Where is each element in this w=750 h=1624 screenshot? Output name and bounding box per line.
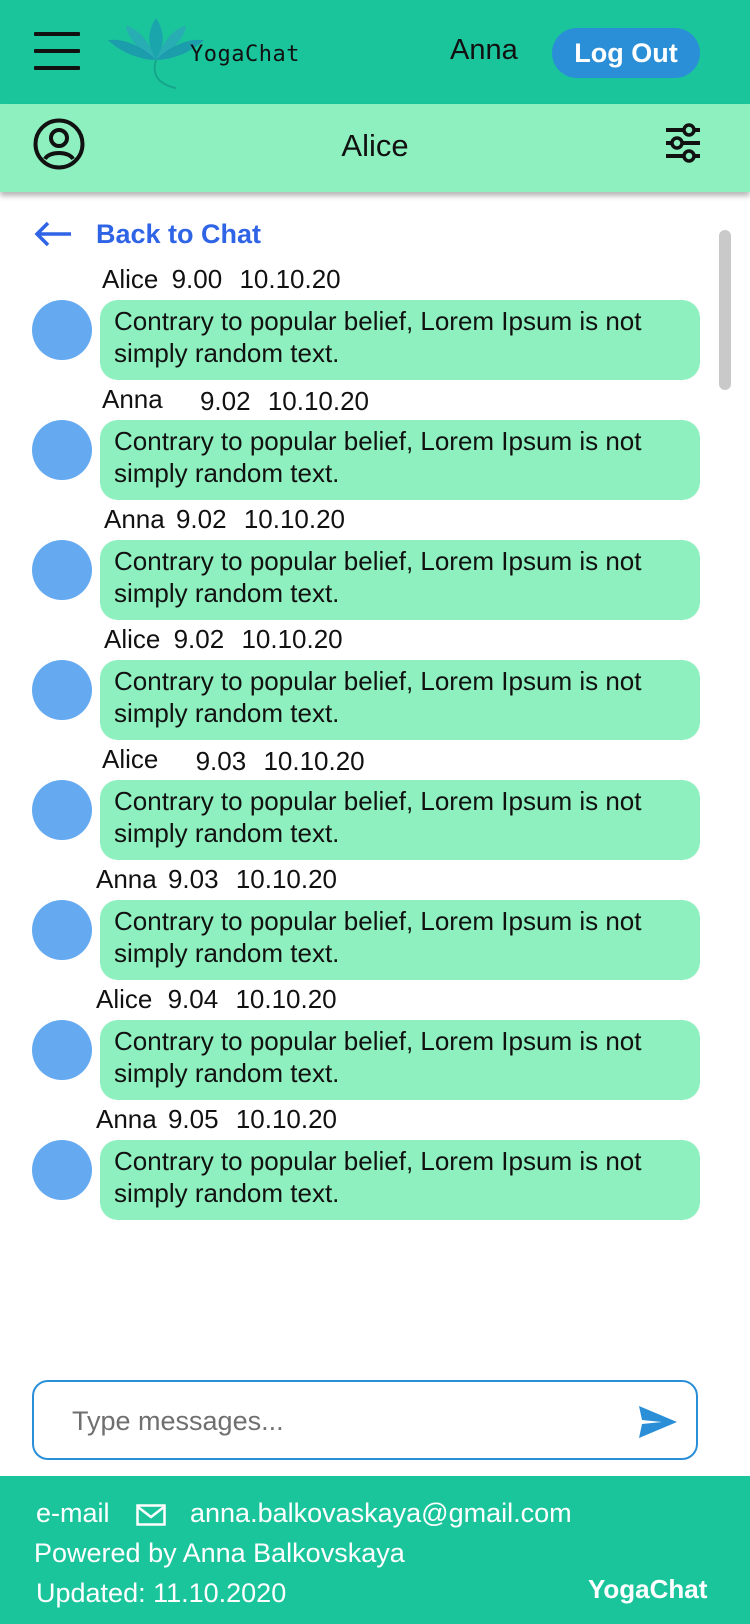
message-date: 10.10.20: [241, 624, 343, 654]
avatar[interactable]: [32, 1140, 92, 1200]
chat-header: Alice: [0, 104, 750, 192]
message-time: 9.02: [199, 386, 251, 416]
message-time: 9.04: [167, 984, 219, 1014]
message-meta: Alice 9.02 10.10.20: [104, 624, 343, 655]
avatar[interactable]: [32, 900, 92, 960]
footer-updated: Updated: 11.10.2020: [36, 1578, 287, 1608]
current-user-name: Anna: [450, 34, 518, 66]
message-meta: Alice 9.04 10.10.20: [96, 984, 337, 1015]
avatar[interactable]: [32, 420, 92, 480]
message-item: Alice 9.02 10.10.20 Contrary to popular …: [0, 624, 750, 744]
message-item: Alice 9.04 10.10.20 Contrary to popular …: [0, 984, 750, 1104]
brand-logo-text: YogaChat: [190, 42, 300, 67]
avatar[interactable]: [32, 300, 92, 360]
message-input[interactable]: [72, 1400, 612, 1442]
avatar[interactable]: [32, 540, 92, 600]
message-bubble: Contrary to popular belief, Lorem Ipsum …: [100, 420, 700, 500]
message-composer: [32, 1380, 698, 1460]
message-sender: Anna: [96, 1104, 157, 1134]
message-date: 10.10.20: [243, 504, 346, 534]
message-item: Alice 9.00 10.10.20 Contrary to popular …: [0, 264, 750, 384]
footer-email-label: e-mail: [36, 1498, 110, 1528]
logout-button[interactable]: Log Out: [552, 28, 700, 78]
message-sender: Anna: [96, 864, 157, 894]
message-meta: Anna 9.03 10.10.20: [96, 864, 337, 895]
message-time: 9.02: [173, 624, 225, 654]
message-time: 9.03: [167, 864, 219, 894]
message-meta: Anna 9.05 10.10.20: [96, 1104, 337, 1135]
message-sender: Alice: [96, 984, 153, 1014]
message-bubble: Contrary to popular belief, Lorem Ipsum …: [100, 900, 700, 980]
message-date: 10.10.20: [263, 746, 365, 776]
message-meta: Anna 9.02 10.10.20: [102, 384, 370, 416]
message-date: 10.10.20: [235, 864, 338, 894]
footer-powered-by: Powered by Anna Balkovskaya: [34, 1538, 405, 1568]
avatar[interactable]: [32, 660, 92, 720]
back-to-chat-label: Back to Chat: [96, 218, 262, 249]
footer-email-link[interactable]: anna.balkovaskaya@gmail.com: [190, 1498, 572, 1529]
footer-brand: YogaChat: [588, 1574, 708, 1604]
arrow-left-icon: [34, 221, 71, 247]
message-sender: Alice: [102, 744, 159, 774]
send-icon[interactable]: [638, 1404, 678, 1440]
message-sender: Anna: [104, 504, 165, 534]
message-item: Anna 9.02 10.10.20 Contrary to popular b…: [0, 504, 750, 624]
message-bubble: Contrary to popular belief, Lorem Ipsum …: [100, 540, 700, 620]
message-bubble: Contrary to popular belief, Lorem Ipsum …: [100, 1020, 700, 1100]
footer: e-mail anna.balkovaskaya@gmail.com Power…: [0, 1476, 750, 1624]
message-date: 10.10.20: [267, 386, 370, 416]
message-time: 9.03: [195, 746, 247, 776]
message-item: Anna 9.03 10.10.20 Contrary to popular b…: [0, 864, 750, 984]
message-item: Anna 9.02 10.10.20 Contrary to popular b…: [0, 384, 750, 504]
menu-icon[interactable]: [34, 32, 80, 70]
message-bubble: Contrary to popular belief, Lorem Ipsum …: [100, 1140, 700, 1220]
message-time: 9.02: [175, 504, 227, 534]
back-to-chat-link[interactable]: Back to Chat: [34, 214, 261, 254]
mail-icon: [136, 1504, 166, 1526]
chat-title: Alice: [341, 128, 409, 163]
message-time: 9.05: [167, 1104, 219, 1134]
message-bubble: Contrary to popular belief, Lorem Ipsum …: [100, 780, 700, 860]
message-meta: Anna 9.02 10.10.20: [104, 504, 345, 535]
message-date: 10.10.20: [235, 984, 337, 1014]
message-sender: Alice: [102, 264, 159, 294]
message-meta: Alice 9.03 10.10.20: [102, 744, 365, 776]
message-bubble: Contrary to popular belief, Lorem Ipsum …: [100, 660, 700, 740]
message-date: 10.10.20: [235, 1104, 338, 1134]
message-time: 9.00: [171, 264, 223, 294]
message-sender: Anna: [102, 384, 163, 414]
avatar[interactable]: [32, 1020, 92, 1080]
message-date: 10.10.20: [239, 264, 341, 294]
sliders-icon[interactable]: [664, 122, 702, 164]
message-meta: Alice 9.00 10.10.20: [102, 264, 341, 295]
message-sender: Alice: [104, 624, 161, 654]
top-header: YogaChat Anna Log Out: [0, 0, 750, 104]
message-item: Anna 9.05 10.10.20 Contrary to popular b…: [0, 1104, 750, 1224]
message-bubble: Contrary to popular belief, Lorem Ipsum …: [100, 300, 700, 380]
avatar[interactable]: [32, 780, 92, 840]
message-item: Alice 9.03 10.10.20 Contrary to popular …: [0, 744, 750, 864]
